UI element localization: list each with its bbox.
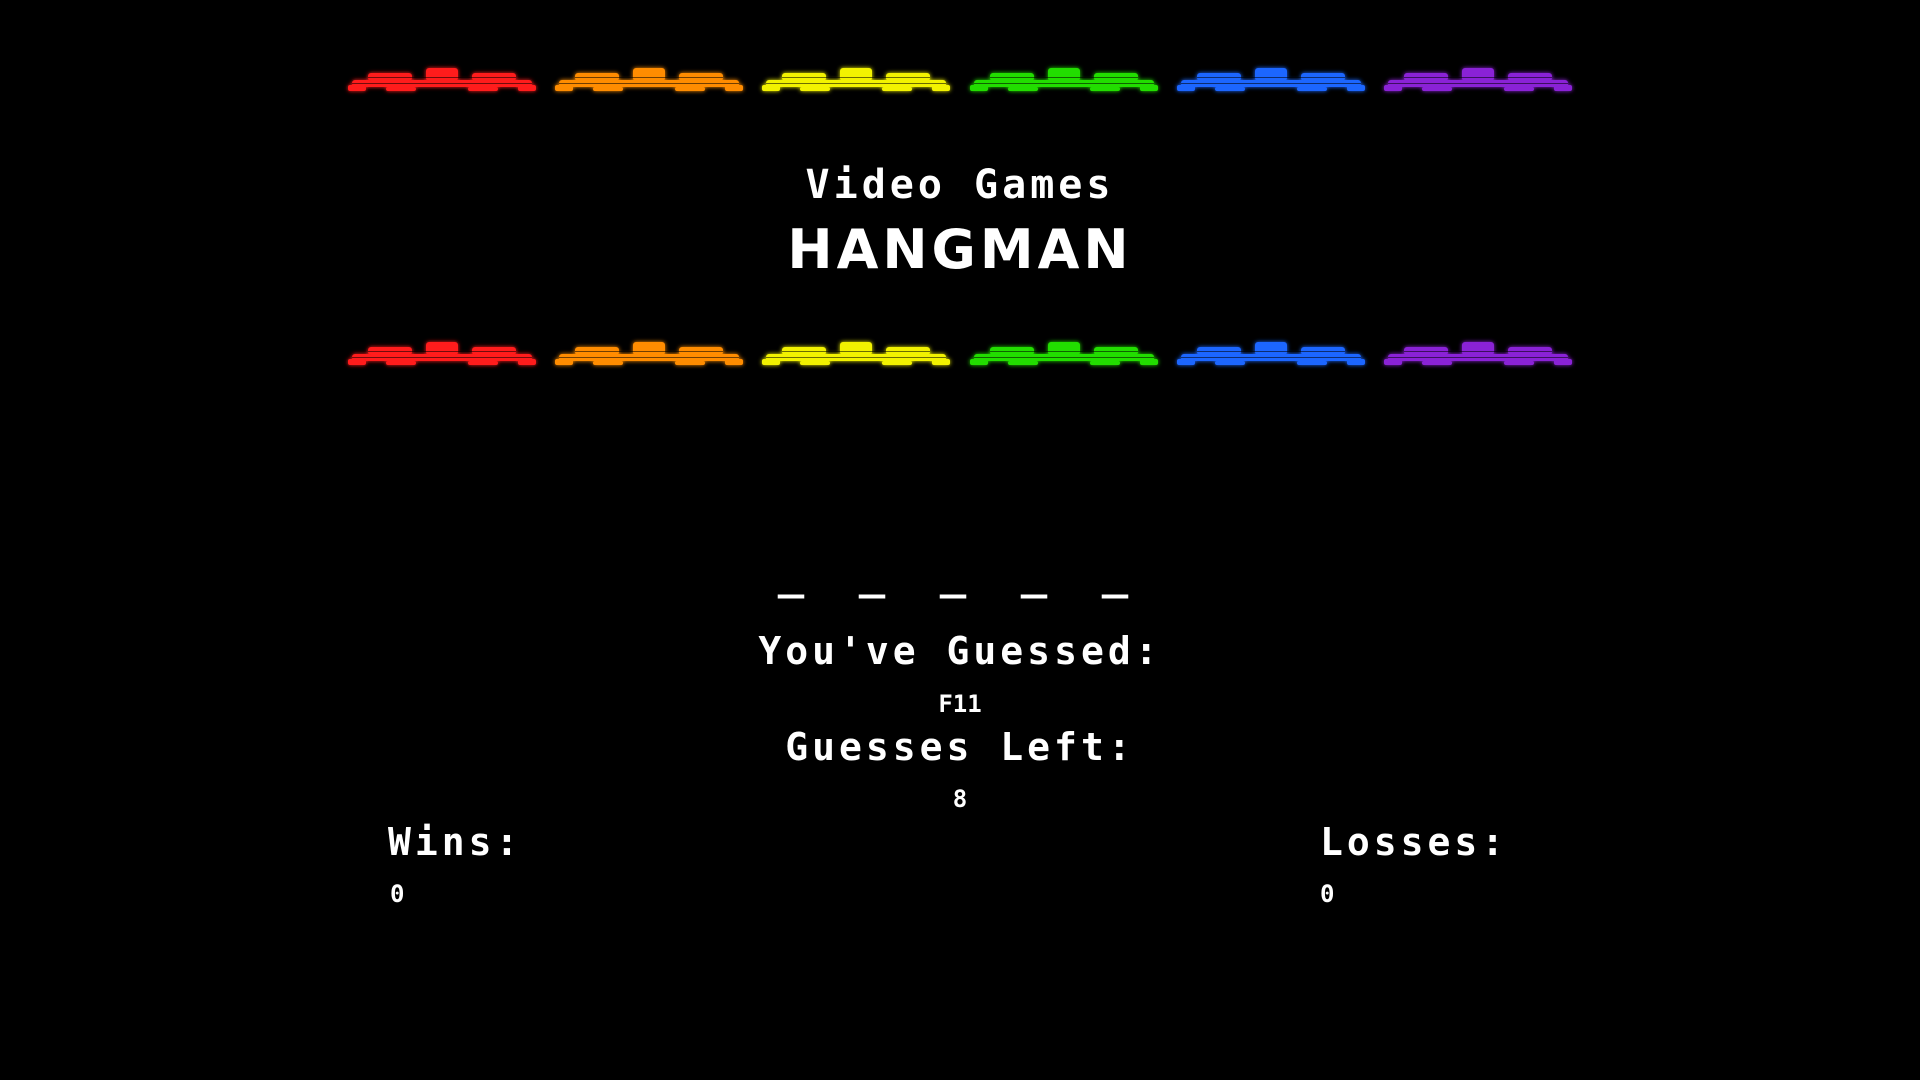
game-screen: Video Games HANGMAN _ _ _ _ _ You've Gue… (0, 0, 1920, 1080)
category-subtitle: Video Games (805, 162, 1115, 208)
losses-label: Losses: (1320, 820, 1509, 864)
ship-icon-green (968, 330, 1160, 374)
ship-icon-purple (1382, 56, 1574, 100)
wins-label: Wins: (388, 820, 523, 864)
ship-icon-red (346, 330, 538, 374)
ship-icon-green (968, 56, 1160, 100)
ship-icon-red (346, 56, 538, 100)
ship-icon-orange (553, 56, 745, 100)
ship-icon-blue (1175, 330, 1367, 374)
guesses-left-count: 8 (952, 785, 968, 813)
game-title: HANGMAN (787, 218, 1133, 281)
ship-icon-orange (553, 330, 745, 374)
losses-count: 0 (1320, 880, 1335, 908)
guessed-letters: F11 (938, 690, 982, 718)
ship-icon-yellow (760, 330, 952, 374)
ship-icon-blue (1175, 56, 1367, 100)
ship-icon-purple (1382, 330, 1574, 374)
word-blanks: _ _ _ _ _ (777, 548, 1143, 599)
guesses-left-label: Guesses Left: (785, 725, 1135, 769)
wins-count: 0 (390, 880, 405, 908)
ship-icon-yellow (760, 56, 952, 100)
ship-row-top (346, 56, 1574, 100)
ship-row-bottom (346, 330, 1574, 374)
guessed-label: You've Guessed: (758, 629, 1162, 673)
